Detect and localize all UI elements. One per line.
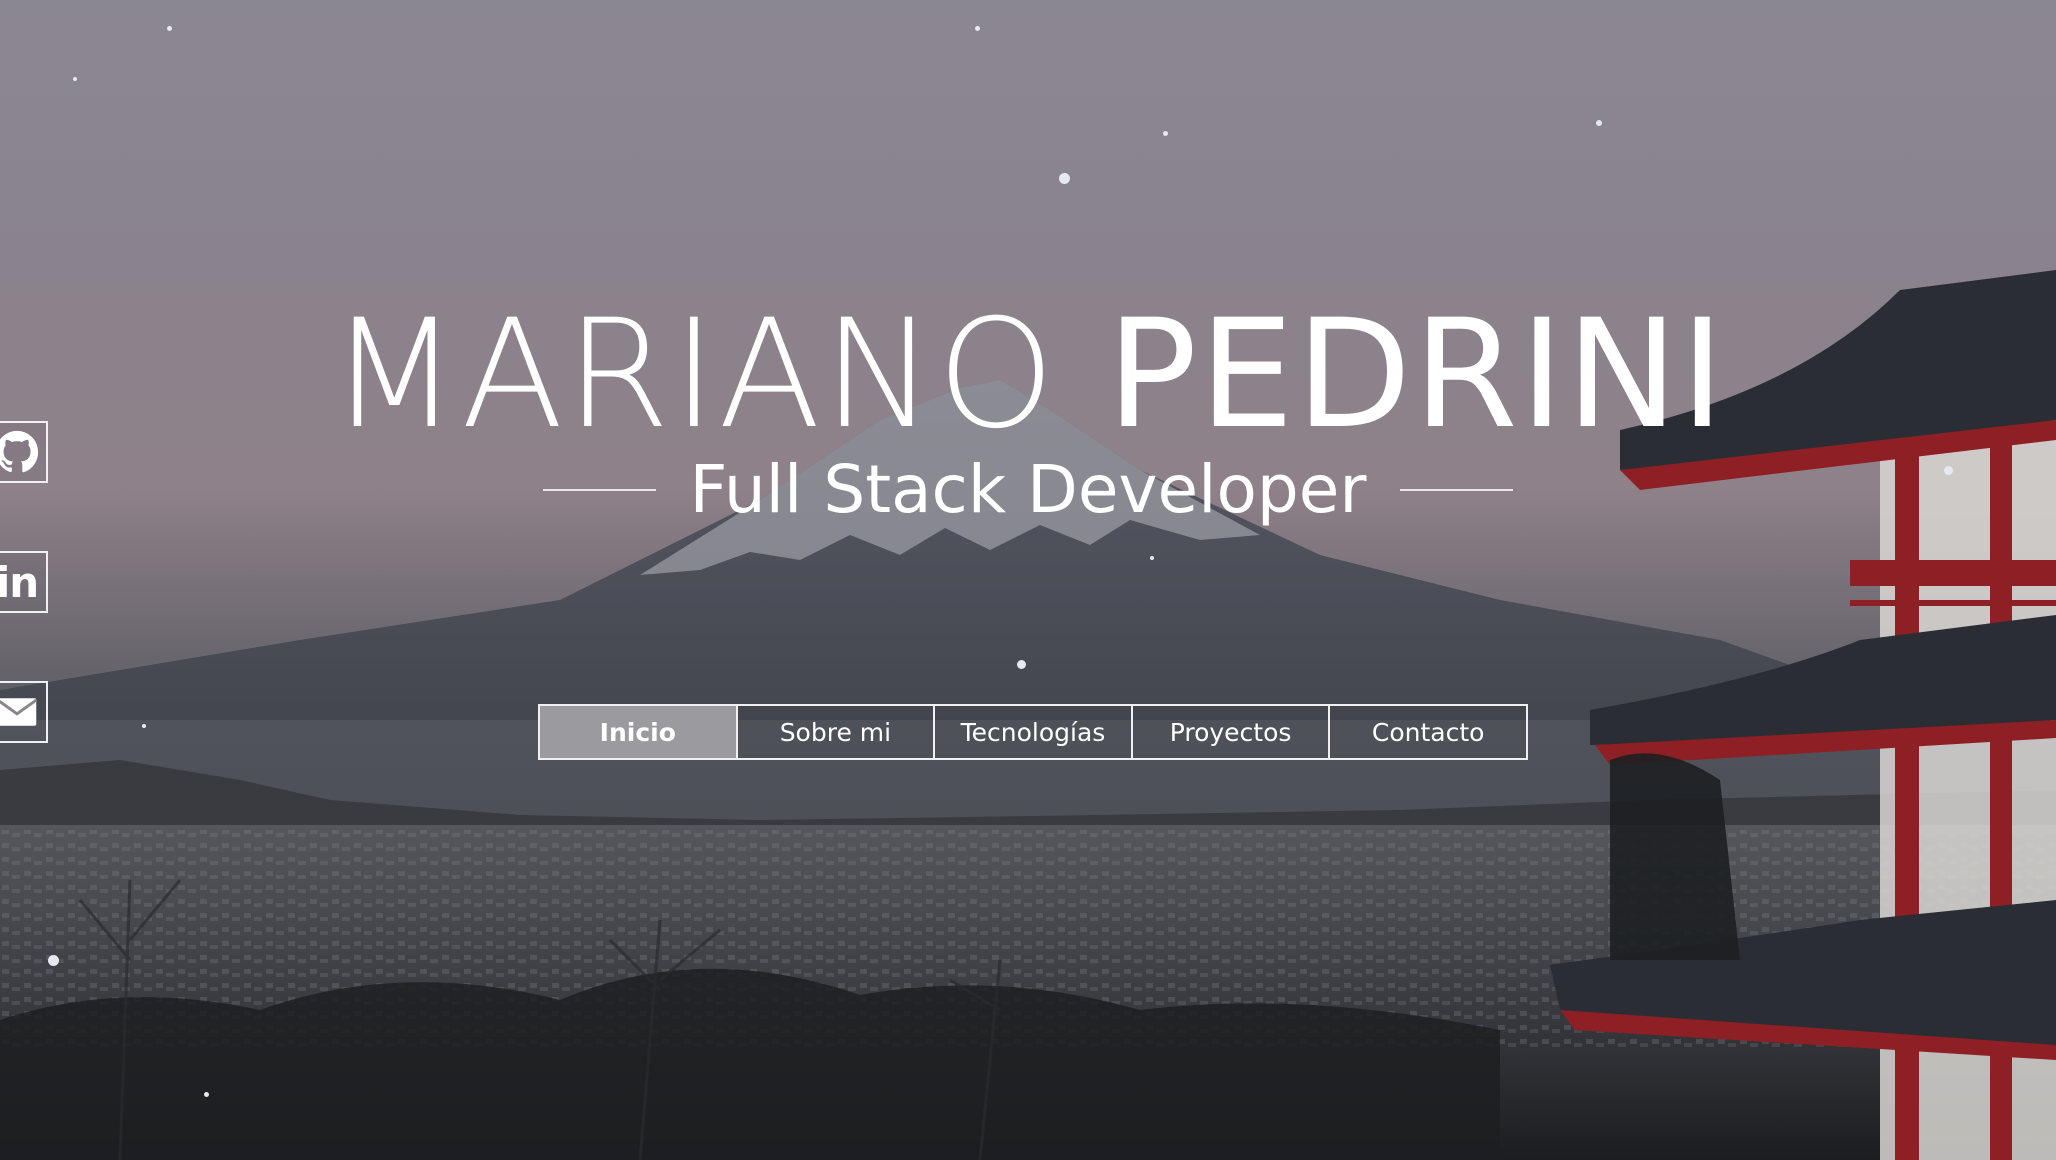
nav-item-proyectos[interactable]: Proyectos (1130, 704, 1331, 760)
star (204, 1092, 209, 1097)
nav-item-inicio[interactable]: Inicio (538, 704, 738, 760)
title-last-name: PEDRINI (1106, 288, 1727, 462)
hero-section: in MARIANO PEDRINI Full Stack Developer … (0, 0, 2056, 1160)
subtitle: Full Stack Developer (689, 451, 1367, 528)
nav-item-tecnologias[interactable]: Tecnologías (933, 704, 1133, 760)
linkedin-link[interactable]: in (0, 551, 48, 613)
star (1150, 556, 1154, 560)
mail-icon (0, 698, 38, 726)
nav-item-contacto[interactable]: Contacto (1328, 704, 1528, 760)
star (167, 26, 172, 31)
title-first-name: MARIANO (329, 288, 1058, 462)
star (1596, 120, 1602, 126)
star (73, 77, 77, 81)
star (48, 955, 59, 966)
star (1059, 173, 1070, 184)
subtitle-row: Full Stack Developer (0, 448, 2056, 532)
nav-item-sobre-mi[interactable]: Sobre mi (735, 704, 936, 760)
linkedin-icon: in (0, 557, 39, 607)
email-link[interactable] (0, 681, 48, 743)
main-nav: Inicio Sobre mi Tecnologías Proyectos Co… (538, 704, 1528, 760)
subtitle-line-left (542, 489, 656, 491)
star (1017, 660, 1026, 669)
star (142, 724, 146, 728)
star (975, 26, 980, 31)
star (1163, 131, 1168, 136)
subtitle-line-right (1400, 489, 1514, 491)
page-title: MARIANO PEDRINI (0, 290, 2056, 460)
background-scene (0, 270, 2056, 1160)
